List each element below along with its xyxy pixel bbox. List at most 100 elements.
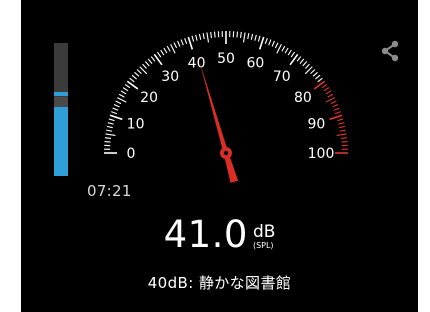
gauge-minor-tick: [305, 63, 310, 69]
gauge-minor-tick: [108, 118, 115, 122]
gauge-minor-tick: [315, 74, 321, 80]
gauge-minor-tick: [281, 45, 286, 52]
gauge-minor-tick: [104, 140, 111, 143]
gauge-needle-hub-center: [223, 150, 229, 156]
gauge-minor-tick: [112, 107, 119, 111]
gauge-minor-tick: [213, 31, 216, 38]
gauge-minor-tick: [290, 51, 296, 58]
gauge-label-90: 90: [307, 117, 325, 133]
decibel-value: 41.0: [163, 213, 248, 256]
gauge-minor-tick: [177, 40, 181, 47]
gauge-minor-tick: [325, 90, 332, 95]
gauge-minor-tick: [341, 140, 348, 143]
gauge-minor-tick: [242, 32, 246, 43]
gauge-minor-tick: [332, 104, 339, 108]
gauge-minor-tick: [191, 35, 195, 42]
gauge-minor-tick: [166, 45, 171, 52]
gauge-minor-tick: [310, 69, 316, 74]
gauge-label-100: 100: [308, 146, 335, 162]
gauge-major-tick: [313, 80, 326, 90]
gauge-label-10: 10: [127, 117, 145, 133]
gauge-minor-tick: [118, 93, 125, 98]
gauge-label-0: 0: [127, 146, 136, 162]
gauge-major-tick: [126, 80, 139, 90]
gauge-label-80: 80: [294, 90, 312, 106]
gauge-minor-tick: [336, 133, 347, 137]
gauge-minor-tick: [257, 35, 261, 42]
gauge-minor-tick: [163, 47, 168, 54]
gauge-minor-tick: [107, 122, 114, 125]
gauge-minor-tick: [202, 33, 205, 40]
noise-level-description: 40dB: 静かな図書館: [147, 274, 292, 292]
share-icon[interactable]: [380, 40, 400, 62]
gauge-major-tick: [289, 53, 299, 66]
gauge-label-50: 50: [217, 51, 235, 67]
gauge-minor-tick: [239, 31, 242, 38]
gauge-minor-tick: [250, 33, 254, 40]
gauge-minor-tick: [105, 133, 116, 137]
gauge-minor-tick: [337, 118, 344, 122]
gauge-minor-tick: [254, 34, 257, 41]
decibel-unit: dB (SPL): [252, 224, 275, 251]
gauge-minor-tick: [106, 129, 113, 132]
gauge-minor-tick: [268, 39, 272, 46]
gauge-minor-tick: [156, 51, 162, 58]
gauge-minor-tick: [287, 49, 292, 56]
gauge-minor-tick: [299, 58, 305, 64]
gauge-minor-tick: [236, 31, 239, 38]
gauge-minor-tick: [327, 93, 334, 98]
gauge-minor-tick: [198, 33, 202, 40]
gauge-minor-tick: [284, 47, 289, 54]
gauge-minor-tick: [338, 122, 345, 125]
gauge-minor-tick: [150, 56, 156, 62]
gauge-minor-tick: [330, 100, 337, 105]
gauge-minor-tick: [147, 58, 153, 64]
gauge-minor-tick: [339, 125, 346, 129]
gauge-minor-tick: [317, 77, 323, 83]
gauge-minor-tick: [129, 77, 135, 83]
gauge-minor-tick: [134, 71, 140, 77]
sound-meter-screen: 0 10 20 30 40 50 60 70 80 90 100 07:21 41.0 dB (SPL)…: [21, 0, 418, 312]
gauge-minor-tick: [264, 38, 268, 45]
gauge-minor-tick: [111, 111, 118, 115]
gauge-minor-tick: [195, 34, 198, 41]
gauge-minor-tick: [142, 63, 147, 69]
gauge-minor-tick: [206, 32, 210, 43]
gauge-minor-tick: [144, 61, 150, 67]
elapsed-time: 07:21: [87, 182, 132, 200]
gauge-minor-tick: [312, 71, 318, 77]
gauge-minor-tick: [117, 97, 127, 103]
gauge-minor-tick: [271, 40, 275, 47]
gauge-label-40: 40: [188, 56, 206, 72]
gauge-minor-tick: [173, 42, 178, 49]
gauge-minor-tick: [339, 129, 346, 132]
gauge-minor-tick: [210, 31, 213, 38]
gauge-minor-tick: [131, 74, 137, 80]
decibel-reading: 41.0 dB (SPL): [21, 213, 418, 256]
gauge-major-tick: [153, 53, 163, 66]
gauge-label-60: 60: [246, 56, 264, 72]
gauge-minor-tick: [160, 49, 165, 56]
gauge-label-70: 70: [273, 69, 291, 85]
gauge-minor-tick: [136, 69, 142, 74]
gauge-label-20: 20: [140, 90, 158, 106]
gauge-minor-tick: [296, 56, 302, 62]
gauge-minor-tick: [323, 87, 330, 92]
gauge-minor-tick: [276, 44, 282, 54]
gauge-minor-tick: [170, 44, 176, 54]
gauge-minor-tick: [302, 61, 308, 67]
gauge-minor-tick: [325, 97, 335, 103]
gauge-minor-tick: [321, 83, 328, 89]
gauge-minor-tick: [341, 137, 348, 140]
gauge-minor-tick: [120, 90, 127, 95]
gauge-minor-tick: [113, 104, 120, 108]
gauge-minor-tick: [334, 111, 341, 115]
decibel-unit-qualifier: (SPL): [252, 241, 274, 250]
gauge-minor-tick: [106, 125, 113, 129]
gauge-label-30: 30: [161, 69, 179, 85]
gauge-minor-tick: [124, 83, 131, 89]
gauge-minor-tick: [104, 137, 111, 140]
gauge-needle: [198, 58, 239, 183]
gauge-major-tick: [329, 114, 343, 121]
gauge-major-tick: [258, 36, 265, 50]
